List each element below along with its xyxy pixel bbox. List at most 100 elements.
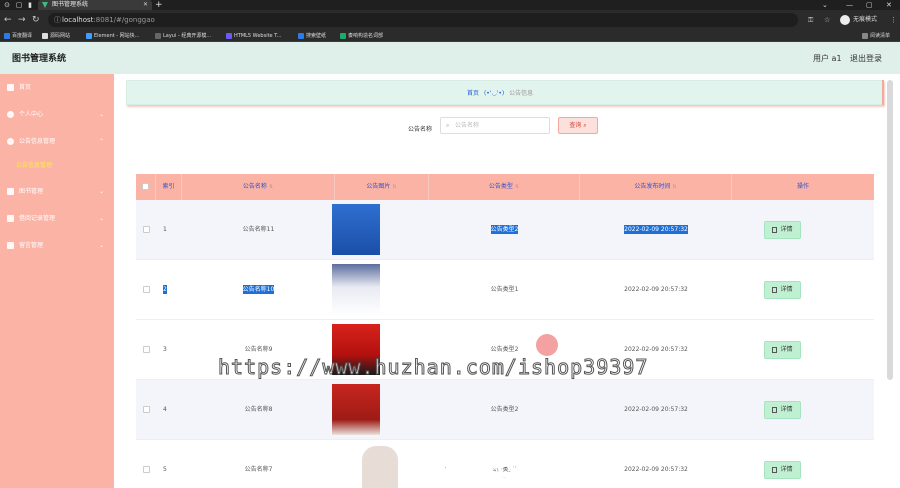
tab-title: 图书管理系统 [52, 1, 89, 8]
table-row: 2 公告名称10 公告类型1 2022-02-09 20:57:32 详情 [136, 260, 874, 320]
url-field[interactable]: ⓘ localhost:8081/#/gonggao [48, 13, 798, 27]
breadcrumb: 首页 (•'◡'•) 公告信息 [467, 81, 533, 106]
sidebar: 首页 个人中心 ⌄ 公告信息管理 ⌃ 公告信息管理 图书管理 ⌄ 借阅记录管理 … [0, 74, 114, 488]
incognito-label[interactable]: 无痕模式 [853, 14, 877, 26]
current-user: 用户 a1 [813, 54, 842, 63]
row-checkbox[interactable] [136, 380, 156, 440]
row-checkbox[interactable] [136, 440, 156, 488]
breadcrumb-accent [882, 80, 884, 105]
new-tab-icon[interactable]: + [155, 0, 163, 10]
document-icon [772, 466, 778, 473]
row-checkbox[interactable] [136, 200, 156, 260]
sidebar-item-home[interactable]: 首页 [0, 74, 114, 101]
breadcrumb-separator: (•'◡'•) [483, 90, 505, 97]
book-icon [7, 188, 14, 195]
breadcrumb-home[interactable]: 首页 [467, 90, 479, 97]
tab-close-icon[interactable]: ✕ [143, 0, 148, 10]
star-icon[interactable]: ☆ [824, 14, 830, 26]
dropdown-icon[interactable]: ⌄ [822, 0, 828, 10]
table-header: 索引 公告名称 ⇅ 公告图片 ⇅ 公告类型 ⇅ 公告发布时间 ⇅ 操作 [136, 174, 874, 200]
row-checkbox[interactable] [136, 320, 156, 380]
sidebar-item-books[interactable]: 图书管理 ⌄ [0, 178, 114, 205]
browser-tab[interactable]: 图书管理系统 ✕ [38, 0, 152, 10]
table-row: 1 公告名称11 公告类型2 2022-02-09 20:57:32 详情 [136, 200, 874, 260]
bookmark-item[interactable]: Element - 网站快... [86, 30, 139, 42]
sidebar-item-label: 首页 [19, 84, 32, 91]
bookmark-item[interactable]: HTML5 Website T... [226, 30, 281, 42]
detail-button[interactable]: 详情 [764, 281, 801, 299]
search-icon: ⌕ [583, 122, 587, 129]
site-info-icon[interactable]: ⓘ [54, 15, 61, 25]
sidebar-item-profile[interactable]: 个人中心 ⌄ [0, 101, 114, 128]
app-title: 图书管理系统 [12, 54, 67, 64]
document-icon [772, 346, 778, 353]
breadcrumb-bar: 首页 (•'◡'•) 公告信息 [126, 80, 884, 105]
sidebar-item-label: 留言管理 [19, 242, 44, 249]
row-type: 公告类型2 [490, 225, 519, 234]
minimize-icon[interactable]: — [846, 0, 853, 10]
search-field[interactable]: ⌕ [440, 117, 550, 134]
bookmark-item[interactable]: 奏响构造名词部 [340, 30, 383, 42]
row-time: 2022-02-09 20:57:32 [624, 406, 688, 413]
detail-button[interactable]: 详情 [764, 461, 801, 479]
search-button[interactable]: 查询 ⌕ [558, 117, 598, 134]
bookmark-item[interactable]: 源码网站 [42, 30, 70, 42]
column-header-index: 索引 [156, 174, 182, 200]
bookmark-item[interactable]: 搜索壁纸 [298, 30, 326, 42]
document-icon [772, 226, 778, 233]
scrollbar-thumb[interactable] [887, 80, 893, 380]
tab-search-icon[interactable]: ⊙ [2, 0, 12, 10]
chevron-down-icon: ⌄ [98, 111, 104, 118]
info-icon [7, 138, 14, 145]
sidebar-item-borrow[interactable]: 借阅记录管理 ⌄ [0, 205, 114, 232]
select-all-checkbox[interactable] [136, 174, 156, 200]
detail-button[interactable]: 详情 [764, 401, 801, 419]
search-label: 公告名称 [408, 126, 433, 133]
reading-list[interactable]: 阅读清单 [862, 30, 890, 42]
app-header: 图书管理系统 用户 a1 退出登录 [0, 42, 900, 74]
record-icon [7, 215, 14, 222]
vue-favicon-icon [42, 2, 48, 8]
sidebar-item-label: 借阅记录管理 [19, 215, 56, 222]
breadcrumb-current: 公告信息 [509, 90, 534, 97]
row-time: 2022-02-09 20:57:32 [624, 225, 688, 234]
table-row: 4 公告名称8 公告类型2 2022-02-09 20:57:32 详情 [136, 380, 874, 440]
row-type: 公告类型2 [490, 406, 519, 413]
column-header-time[interactable]: 公告发布时间 ⇅ [580, 174, 732, 200]
profile-avatar-icon[interactable] [840, 15, 850, 25]
tab-green-icon[interactable]: ▮ [25, 0, 35, 10]
chevron-up-icon: ⌃ [98, 138, 104, 145]
bookmarks-bar: 百度翻译 源码网站 Element - 网站快... Layui - 经典开源模… [0, 30, 900, 42]
column-header-action: 操作 [796, 183, 809, 190]
user-icon [7, 111, 14, 118]
tab-square-icon[interactable]: ▢ [14, 0, 24, 10]
sidebar-item-label: 图书管理 [19, 188, 44, 195]
bookmark-item[interactable]: Layui - 经典开源模... [155, 30, 211, 42]
close-window-icon[interactable]: ✕ [886, 0, 892, 10]
back-icon[interactable]: ← [4, 14, 12, 26]
detail-button[interactable]: 详情 [764, 341, 801, 359]
menu-icon[interactable]: ⋮ [890, 14, 897, 26]
search-input[interactable] [455, 120, 545, 131]
address-bar: ← → ↻ ⓘ localhost:8081/#/gonggao ⚿ ☆ 无痕模… [0, 10, 900, 30]
page-scrollbar[interactable] [886, 74, 894, 488]
row-checkbox[interactable] [136, 260, 156, 320]
sidebar-item-notice[interactable]: 公告信息管理 ⌃ [0, 128, 114, 155]
column-header-image[interactable]: 公告图片 ⇅ [335, 174, 429, 200]
sidebar-subitem-notice-manage[interactable]: 公告信息管理 [0, 155, 114, 177]
detail-button[interactable]: 详情 [764, 221, 801, 239]
row-name: 公告名称8 [244, 406, 273, 413]
bookmark-item[interactable]: 百度翻译 [4, 30, 32, 42]
row-index: 2 [163, 285, 167, 294]
column-header-name[interactable]: 公告名称 ⇅ [182, 174, 335, 200]
row-index: 1 [163, 226, 167, 233]
watermark-text: https://www.huzhan.com/ishop39397 [217, 355, 649, 380]
forward-icon[interactable]: → [18, 14, 26, 26]
logout-button[interactable]: 退出登录 [850, 42, 882, 76]
promo-figure [362, 446, 398, 488]
reload-icon[interactable]: ↻ [32, 14, 40, 26]
key-icon[interactable]: ⚿ [808, 14, 813, 26]
column-header-type[interactable]: 公告类型 ⇅ [429, 174, 580, 200]
sidebar-item-messages[interactable]: 留言管理 ⌄ [0, 232, 114, 259]
maximize-icon[interactable]: ▢ [866, 0, 873, 10]
